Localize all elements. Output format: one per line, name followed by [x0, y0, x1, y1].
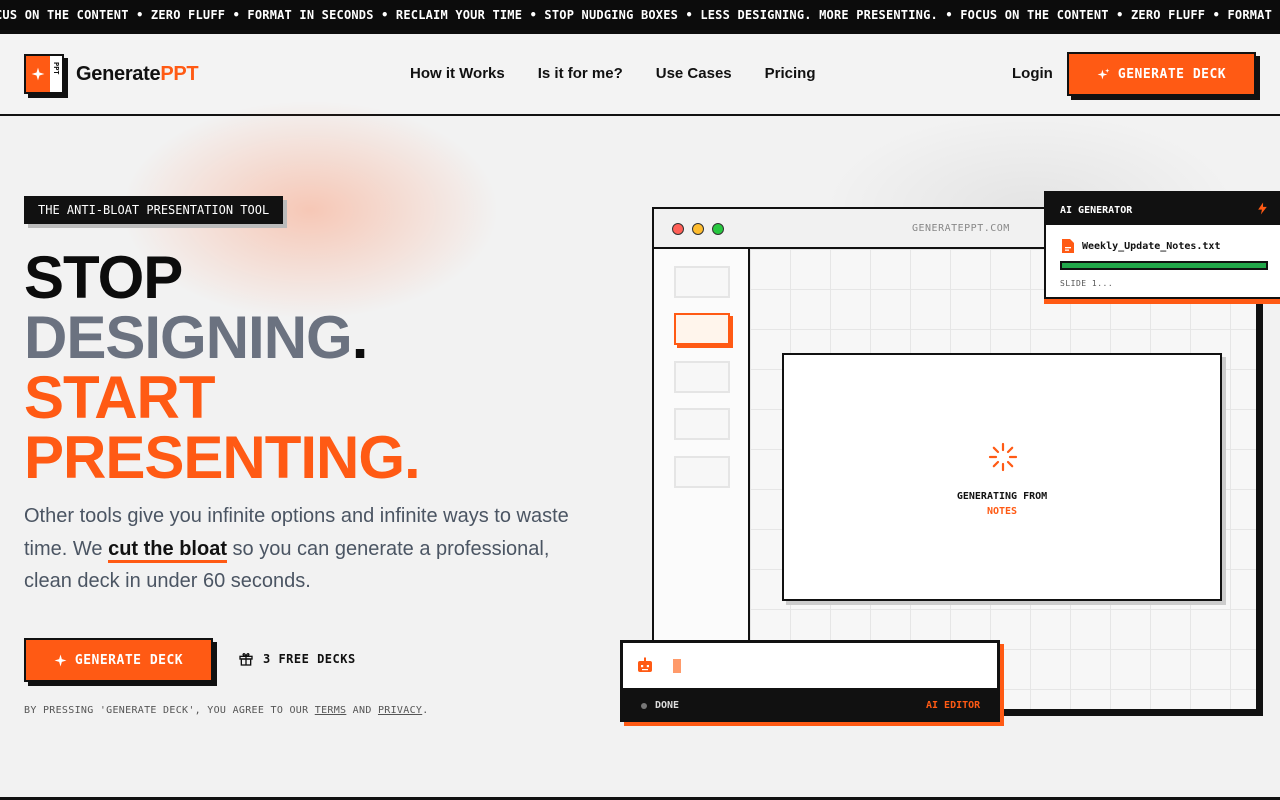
generating-line-1: GENERATING FROM — [956, 491, 1048, 502]
slide-thumbnail — [674, 408, 730, 440]
file-icon — [1062, 239, 1074, 253]
robot-icon — [638, 657, 652, 672]
slide-thumbnail — [674, 456, 730, 488]
privacy-link[interactable]: PRIVACY — [378, 705, 422, 716]
free-decks-text: 3 FREE DECKS — [263, 652, 356, 666]
hero-generate-deck-button[interactable]: GENERATE DECK — [24, 638, 213, 682]
generating-line-2: NOTES — [986, 506, 1018, 517]
sparkles-icon — [1097, 68, 1110, 79]
hero-badge: THE ANTI-BLOAT PRESENTATION TOOL — [24, 196, 284, 224]
marquee-banner: CUS ON THE CONTENT • ZERO FLUFF • FORMAT… — [0, 0, 1280, 34]
mockup-slide: GENERATING FROM NOTES — [782, 353, 1222, 601]
window-minimize-dot — [692, 223, 704, 235]
logo-text-accent: PPT — [160, 62, 199, 85]
loading-spinner-icon — [988, 442, 1018, 472]
sparkle-icon — [54, 654, 67, 666]
ai-editor-panel: DONE AI EDITOR — [620, 640, 1000, 722]
logo-mark: PPT — [24, 54, 64, 94]
ai-generator-card: AI GENERATOR Weekly_Update_Notes.txt SLI… — [1044, 191, 1280, 299]
generating-status: GENERATING FROM NOTES — [784, 489, 1220, 519]
gift-icon — [239, 653, 253, 666]
subtitle-highlight: cut the bloat — [108, 537, 227, 563]
ai-generator-title: AI GENERATOR — [1060, 205, 1133, 216]
hero-generate-deck-label: GENERATE DECK — [74, 652, 184, 668]
legal-and: AND — [346, 705, 378, 716]
header-generate-deck-label: GENERATE DECK — [1117, 66, 1227, 82]
login-link[interactable]: Login — [1012, 65, 1053, 82]
marquee-text: CUS ON THE CONTENT • ZERO FLUFF • FORMAT… — [0, 8, 1280, 22]
hero-headline: STOP DESIGNING. START PRESENTING. — [24, 244, 421, 491]
terms-link[interactable]: TERMS — [315, 705, 347, 716]
legal-notice: BY PRESSING 'GENERATE DECK', YOU AGREE T… — [24, 705, 429, 716]
lightning-icon — [1258, 202, 1267, 215]
ai-file-row: Weekly_Update_Notes.txt — [1062, 239, 1220, 253]
hero-subtitle: Other tools give you infinite options an… — [24, 500, 584, 598]
status-dot-icon — [641, 702, 647, 709]
nav-is-it-for-me[interactable]: Is it for me? — [538, 65, 623, 82]
slide-thumbnail — [674, 361, 730, 393]
ai-editor-tag: AI EDITOR — [926, 700, 981, 711]
free-decks-note: 3 FREE DECKS — [238, 651, 356, 667]
logo-wordmark: GeneratePPT — [76, 62, 199, 86]
headline-line-4: PRESENTING. — [24, 424, 421, 491]
ai-file-name: Weekly_Update_Notes.txt — [1082, 240, 1221, 252]
text-cursor — [673, 659, 681, 673]
main-nav: How it Works Is it for me? Use Cases Pri… — [410, 65, 816, 82]
sparkle-icon — [31, 67, 45, 81]
headline-line-3: START — [24, 364, 216, 431]
ai-slide-label: SLIDE 1... — [1060, 279, 1114, 288]
legal-text: BY PRESSING 'GENERATE DECK', YOU AGREE T… — [24, 705, 315, 716]
headline-line-2: DESIGNING — [24, 304, 353, 371]
headline-line-1: STOP — [24, 244, 183, 311]
editor-status-text: DONE — [655, 700, 680, 711]
ai-editor-footer: DONE AI EDITOR — [623, 688, 997, 719]
logo[interactable]: PPT GeneratePPT — [24, 54, 199, 94]
ai-editor-input[interactable] — [623, 643, 997, 688]
mockup-url: GENERATEPPT.COM — [912, 223, 1010, 234]
legal-end: . — [422, 705, 429, 716]
ai-generator-header: AI GENERATOR — [1046, 193, 1280, 225]
window-maximize-dot — [712, 223, 724, 235]
window-controls — [672, 223, 724, 235]
headline-line-2-dot: . — [351, 304, 369, 371]
ai-progress-bar — [1060, 261, 1268, 270]
editor-status: DONE — [641, 700, 679, 711]
nav-use-cases[interactable]: Use Cases — [656, 65, 732, 82]
slide-thumbnail-active — [674, 313, 730, 345]
nav-how-it-works[interactable]: How it Works — [410, 65, 505, 82]
header-generate-deck-button[interactable]: GENERATE DECK — [1067, 52, 1256, 96]
ai-progress-fill — [1062, 263, 1266, 268]
logo-text-main: Generate — [76, 62, 161, 85]
nav-pricing[interactable]: Pricing — [765, 65, 816, 82]
logo-mark-label: PPT — [52, 62, 60, 75]
window-close-dot — [672, 223, 684, 235]
slide-thumbnail — [674, 266, 730, 298]
